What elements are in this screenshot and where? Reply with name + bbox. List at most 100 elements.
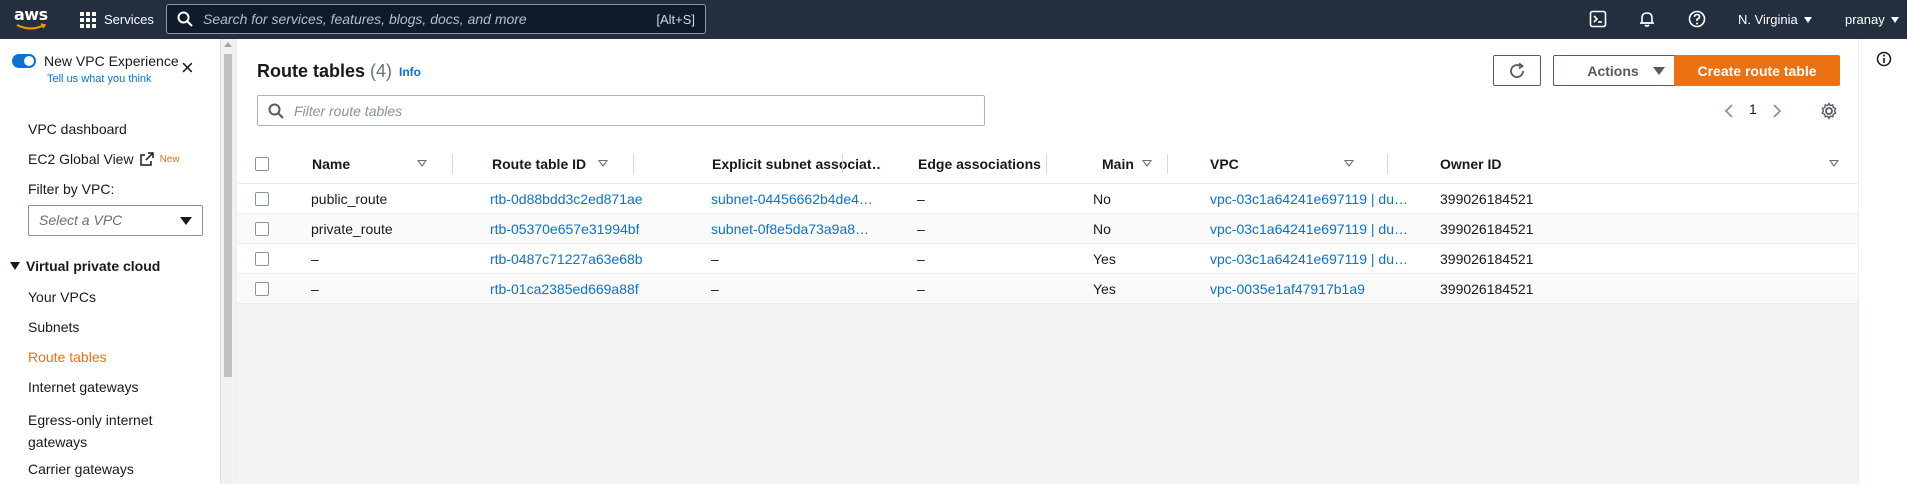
vpc-filter-select[interactable]: Select a VPC: [28, 205, 203, 236]
user-menu[interactable]: pranay: [1845, 0, 1899, 39]
feedback-link[interactable]: Tell us what you think: [47, 73, 152, 85]
info-link[interactable]: Info: [399, 65, 421, 79]
sidebar-item-your-vpcs[interactable]: Your VPCs: [28, 289, 96, 305]
cell-main: No: [1093, 190, 1111, 207]
sidebar-item-route-tables[interactable]: Route tables: [28, 349, 107, 365]
cell-name: public_route: [311, 190, 388, 207]
cell-route-table-id[interactable]: rtb-05370e657e31994bf: [490, 214, 639, 243]
cell-subnet-association[interactable]: subnet-04456662b4de4…: [711, 184, 873, 213]
sidebar-item-ec2-global-view[interactable]: EC2 Global View New: [28, 151, 180, 167]
chevron-left-icon[interactable]: [1723, 103, 1735, 119]
help-icon[interactable]: [1688, 10, 1706, 28]
cell-vpc[interactable]: vpc-03c1a64241e697119 | du…: [1210, 244, 1408, 273]
cell-owner-id: 399026184521: [1440, 190, 1534, 207]
services-menu[interactable]: Services: [80, 0, 154, 39]
caret-down-icon: [1652, 66, 1665, 75]
cell-owner-id: 399026184521: [1440, 220, 1534, 237]
external-link-icon: [139, 152, 154, 166]
page-title: Route tables (4): [257, 61, 392, 82]
sort-icon[interactable]: [1142, 144, 1152, 183]
filter-by-vpc-label: Filter by VPC:: [28, 181, 115, 197]
cell-vpc[interactable]: vpc-03c1a64241e697119 | du…: [1210, 184, 1408, 213]
caret-down-icon: [180, 217, 192, 225]
right-rail: [1858, 39, 1907, 484]
sidebar-section-virtual-private-cloud[interactable]: Virtual private cloud: [10, 258, 160, 274]
row-checkbox[interactable]: [255, 244, 269, 273]
caret-down-icon: [1803, 16, 1812, 23]
row-checkbox[interactable]: [255, 184, 269, 213]
cell-owner-id: 399026184521: [1440, 250, 1534, 267]
user-label: pranay: [1845, 12, 1885, 27]
cell-vpc[interactable]: vpc-03c1a64241e697119 | du…: [1210, 214, 1408, 243]
page-number[interactable]: 1: [1749, 101, 1757, 117]
close-icon[interactable]: ×: [181, 57, 194, 79]
filter-route-tables[interactable]: [257, 95, 985, 126]
sidebar-item-carrier-gateways[interactable]: Carrier gateways: [28, 461, 134, 477]
table-header: Name Route table ID Explicit subnet asso…: [237, 144, 1859, 184]
search-icon: [177, 11, 193, 27]
gear-icon[interactable]: [1820, 102, 1838, 120]
column-header-route-table-id[interactable]: Route table ID: [492, 144, 586, 183]
column-header-edge-associations[interactable]: Edge associations: [918, 144, 1041, 183]
filter-input[interactable]: [294, 102, 974, 119]
caret-down-icon: [1890, 16, 1899, 23]
table-row[interactable]: – rtb-0487c71227a63e68b – – Yes vpc-03c1…: [237, 244, 1859, 274]
cell-route-table-id[interactable]: rtb-0d88bdd3c2ed871ae: [490, 184, 643, 213]
cell-subnet-association: –: [711, 250, 719, 267]
sidebar-item-internet-gateways[interactable]: Internet gateways: [28, 379, 139, 395]
cell-edge-associations: –: [917, 280, 925, 297]
sidebar-scrollbar[interactable]: [220, 39, 234, 484]
cell-edge-associations: –: [917, 220, 925, 237]
top-navigation: aws Services [Alt+S] N. Virginia: [0, 0, 1907, 39]
region-label: N. Virginia: [1738, 12, 1798, 27]
chevron-right-icon[interactable]: [1771, 103, 1783, 119]
column-header-owner-id[interactable]: Owner ID: [1440, 144, 1501, 183]
scroll-up-icon[interactable]: [224, 42, 232, 47]
new-badge: New: [159, 153, 180, 165]
column-header-name[interactable]: Name: [312, 144, 350, 183]
search-input[interactable]: [203, 11, 657, 27]
cell-name: –: [311, 250, 319, 267]
cell-route-table-id[interactable]: rtb-0487c71227a63e68b: [490, 244, 643, 273]
sidebar-item-vpc-dashboard[interactable]: VPC dashboard: [28, 121, 127, 137]
vpc-select-placeholder: Select a VPC: [39, 212, 123, 228]
column-header-vpc[interactable]: VPC: [1210, 144, 1239, 183]
row-checkbox[interactable]: [255, 274, 269, 303]
cloudshell-icon[interactable]: [1589, 10, 1607, 28]
cell-name: private_route: [311, 220, 393, 237]
sort-icon[interactable]: [598, 144, 608, 183]
refresh-button[interactable]: [1493, 55, 1541, 86]
global-search[interactable]: [Alt+S]: [166, 4, 706, 34]
cell-main: No: [1093, 220, 1111, 237]
refresh-icon: [1510, 62, 1525, 78]
select-all-checkbox[interactable]: [255, 144, 269, 183]
cell-subnet-association[interactable]: subnet-0f8e5da73a9a8…: [711, 214, 869, 243]
sidebar: New VPC Experience Tell us what you thin…: [0, 39, 220, 484]
cell-vpc[interactable]: vpc-0035e1af47917b1a9: [1210, 274, 1365, 303]
section-title: Virtual private cloud: [26, 258, 161, 274]
column-header-explicit-subnet-associations[interactable]: Explicit subnet associat…: [712, 144, 882, 183]
table-row[interactable]: – rtb-01ca2385ed669a88f – – Yes vpc-0035…: [237, 274, 1859, 304]
sidebar-item-egress-only-internet-gateways[interactable]: Egress-only internet gateways: [28, 409, 178, 453]
region-selector[interactable]: N. Virginia: [1738, 0, 1812, 39]
actions-label: Actions: [1587, 62, 1639, 79]
info-icon[interactable]: [1876, 51, 1892, 67]
cell-route-table-id[interactable]: rtb-01ca2385ed669a88f: [490, 274, 639, 303]
search-shortcut: [Alt+S]: [656, 11, 695, 27]
aws-logo-text: aws: [14, 5, 48, 24]
sidebar-item-subnets[interactable]: Subnets: [28, 319, 79, 335]
table-row[interactable]: public_route rtb-0d88bdd3c2ed871ae subne…: [237, 184, 1859, 214]
aws-logo[interactable]: aws: [14, 5, 48, 33]
create-route-table-button[interactable]: Create route table: [1674, 55, 1840, 86]
cell-main: Yes: [1093, 250, 1116, 267]
sort-icon[interactable]: [417, 144, 427, 183]
bell-icon[interactable]: [1638, 10, 1656, 28]
row-checkbox[interactable]: [255, 214, 269, 243]
sort-icon[interactable]: [1344, 144, 1354, 183]
column-header-main[interactable]: Main: [1102, 144, 1134, 183]
sort-icon[interactable]: [1829, 144, 1839, 183]
scrollbar-thumb[interactable]: [224, 54, 232, 377]
new-experience-toggle[interactable]: [12, 54, 36, 68]
search-icon: [268, 103, 284, 119]
table-row[interactable]: private_route rtb-05370e657e31994bf subn…: [237, 214, 1859, 244]
